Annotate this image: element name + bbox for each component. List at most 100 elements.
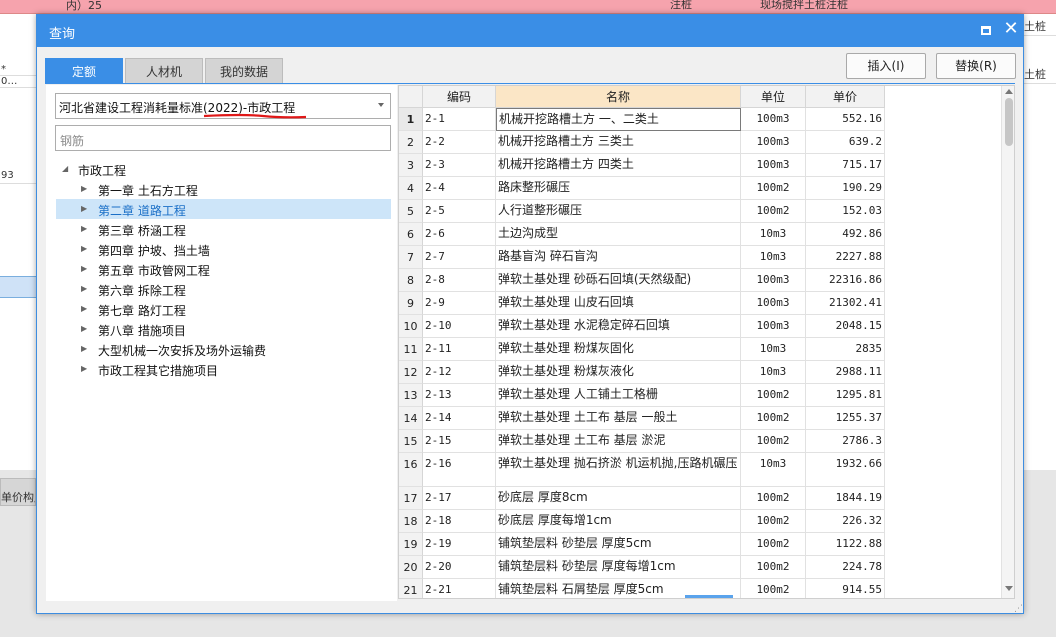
quota-name-cell[interactable]: 弹软土基处理 水泥稳定碎石回填 <box>496 315 741 338</box>
splitter-handle[interactable] <box>685 595 733 598</box>
quota-name-cell[interactable]: 弹软土基处理 土工布 基层 一般土 <box>496 407 741 430</box>
tree-item-selected[interactable]: ▶ 第二章 道路工程 <box>46 199 397 219</box>
quota-name-cell[interactable]: 弹软土基处理 山皮石回填 <box>496 292 741 315</box>
table-row[interactable]: 3 2-3 机械开挖路槽土方 四类土 100m3 715.17 <box>399 154 885 177</box>
row-number-cell[interactable]: 19 <box>399 533 423 556</box>
quota-name-cell[interactable]: 土边沟成型 <box>496 223 741 246</box>
quota-name-cell[interactable]: 砂底层 厚度每增1cm <box>496 510 741 533</box>
quota-name-cell[interactable]: 铺筑垫层料 砂垫层 厚度每增1cm <box>496 556 741 579</box>
quota-code-cell[interactable]: 2-21 <box>423 579 496 598</box>
quota-unit-cell[interactable]: 10m3 <box>741 361 806 384</box>
table-row[interactable]: 14 2-14 弹软土基处理 土工布 基层 一般土 100m2 1255.37 <box>399 407 885 430</box>
scroll-thumb[interactable] <box>1005 98 1013 146</box>
quota-unit-cell[interactable]: 10m3 <box>741 246 806 269</box>
table-row[interactable]: 12 2-12 弹软土基处理 粉煤灰液化 10m3 2988.11 <box>399 361 885 384</box>
quota-unit-cell[interactable]: 100m2 <box>741 177 806 200</box>
tree-item[interactable]: ▶ 第七章 路灯工程 <box>46 299 397 319</box>
resize-grip-icon[interactable]: ⋰ <box>1014 604 1023 614</box>
quota-code-cell[interactable]: 2-3 <box>423 154 496 177</box>
quota-unit-cell[interactable]: 10m3 <box>741 223 806 246</box>
tree-item[interactable]: ▶ 大型机械一次安拆及场外运输费 <box>46 339 397 359</box>
tree-item[interactable]: ▶ 第五章 市政管网工程 <box>46 259 397 279</box>
caret-right-icon[interactable]: ▶ <box>81 264 87 273</box>
row-number-cell[interactable]: 20 <box>399 556 423 579</box>
quota-price-cell[interactable]: 152.03 <box>806 200 885 223</box>
row-number-cell[interactable]: 16 <box>399 453 423 487</box>
table-row[interactable]: 17 2-17 砂底层 厚度8cm 100m2 1844.19 <box>399 487 885 510</box>
caret-right-icon[interactable]: ▶ <box>81 344 87 353</box>
caret-right-icon[interactable]: ▶ <box>81 244 87 253</box>
quota-unit-cell[interactable]: 100m2 <box>741 430 806 453</box>
table-row[interactable]: 21 2-21 铺筑垫层料 石屑垫层 厚度5cm 100m2 914.55 <box>399 579 885 598</box>
tree-item[interactable]: ▶ 第一章 土石方工程 <box>46 179 397 199</box>
table-row[interactable]: 2 2-2 机械开挖路槽土方 三类土 100m3 639.2 <box>399 131 885 154</box>
quota-code-cell[interactable]: 2-4 <box>423 177 496 200</box>
quota-code-cell[interactable]: 2-14 <box>423 407 496 430</box>
quota-price-cell[interactable]: 190.29 <box>806 177 885 200</box>
table-row[interactable]: 1 2-1 机械开挖路槽土方 一、二类土 100m3 552.16 <box>399 108 885 131</box>
row-number-cell[interactable]: 13 <box>399 384 423 407</box>
quota-price-cell[interactable]: 1295.81 <box>806 384 885 407</box>
quota-code-cell[interactable]: 2-6 <box>423 223 496 246</box>
table-row[interactable]: 6 2-6 土边沟成型 10m3 492.86 <box>399 223 885 246</box>
row-number-cell[interactable]: 7 <box>399 246 423 269</box>
tree-item[interactable]: ▶ 第四章 护坡、挡土墙 <box>46 239 397 259</box>
caret-right-icon[interactable]: ▶ <box>81 364 87 373</box>
tree-item[interactable]: ▶ 第六章 拆除工程 <box>46 279 397 299</box>
chevron-down-icon[interactable] <box>378 103 384 107</box>
column-header-unit[interactable]: 单位 <box>741 86 806 108</box>
row-number-cell[interactable]: 10 <box>399 315 423 338</box>
quota-price-cell[interactable]: 914.55 <box>806 579 885 598</box>
quota-price-cell[interactable]: 639.2 <box>806 131 885 154</box>
quota-name-cell[interactable]: 弹软土基处理 粉煤灰固化 <box>496 338 741 361</box>
quota-name-cell[interactable]: 人行道整形碾压 <box>496 200 741 223</box>
quota-unit-cell[interactable]: 100m2 <box>741 200 806 223</box>
caret-right-icon[interactable]: ▶ <box>81 324 87 333</box>
table-row[interactable]: 10 2-10 弹软土基处理 水泥稳定碎石回填 100m3 2048.15 <box>399 315 885 338</box>
dialog-titlebar[interactable]: 查询 ✕ <box>37 15 1023 47</box>
quota-name-cell[interactable]: 弹软土基处理 土工布 基层 淤泥 <box>496 430 741 453</box>
row-number-cell[interactable]: 12 <box>399 361 423 384</box>
quota-price-cell[interactable]: 2988.11 <box>806 361 885 384</box>
scroll-down-icon[interactable] <box>1005 586 1013 591</box>
scroll-up-icon[interactable] <box>1005 89 1013 94</box>
quota-code-cell[interactable]: 2-9 <box>423 292 496 315</box>
quota-name-cell[interactable]: 弹软土基处理 砂砾石回填(天然级配) <box>496 269 741 292</box>
quota-name-cell[interactable]: 路基盲沟 碎石盲沟 <box>496 246 741 269</box>
quota-price-cell[interactable]: 552.16 <box>806 108 885 131</box>
caret-right-icon[interactable]: ▶ <box>81 224 87 233</box>
quota-unit-cell[interactable]: 100m3 <box>741 292 806 315</box>
quota-price-cell[interactable]: 224.78 <box>806 556 885 579</box>
quota-name-cell[interactable]: 机械开挖路槽土方 一、二类土 <box>496 108 741 131</box>
quota-unit-cell[interactable]: 100m3 <box>741 131 806 154</box>
row-number-cell[interactable]: 3 <box>399 154 423 177</box>
table-row[interactable]: 5 2-5 人行道整形碾压 100m2 152.03 <box>399 200 885 223</box>
row-number-cell[interactable]: 14 <box>399 407 423 430</box>
tree-item[interactable]: ▶ 第三章 桥涵工程 <box>46 219 397 239</box>
table-row[interactable]: 4 2-4 路床整形碾压 100m2 190.29 <box>399 177 885 200</box>
maximize-icon[interactable] <box>981 26 991 35</box>
replace-button[interactable]: 替换(R) <box>936 53 1016 79</box>
row-number-cell[interactable]: 6 <box>399 223 423 246</box>
quota-unit-cell[interactable]: 100m2 <box>741 533 806 556</box>
table-row[interactable]: 11 2-11 弹软土基处理 粉煤灰固化 10m3 2835 <box>399 338 885 361</box>
table-row[interactable]: 13 2-13 弹软土基处理 人工铺土工格栅 100m2 1295.81 <box>399 384 885 407</box>
quota-unit-cell[interactable]: 100m2 <box>741 510 806 533</box>
quota-name-cell[interactable]: 弹软土基处理 粉煤灰液化 <box>496 361 741 384</box>
tab-labor-material-machine[interactable]: 人材机 <box>125 58 203 84</box>
quota-code-cell[interactable]: 2-17 <box>423 487 496 510</box>
column-header-name[interactable]: 名称 <box>496 86 741 108</box>
row-number-cell[interactable]: 9 <box>399 292 423 315</box>
quota-price-cell[interactable]: 1255.37 <box>806 407 885 430</box>
quota-price-cell[interactable]: 21302.41 <box>806 292 885 315</box>
quota-unit-cell[interactable]: 100m2 <box>741 556 806 579</box>
quota-code-cell[interactable]: 2-10 <box>423 315 496 338</box>
quota-price-cell[interactable]: 1932.66 <box>806 453 885 487</box>
quota-unit-cell[interactable]: 100m2 <box>741 384 806 407</box>
quota-name-cell[interactable]: 弹软土基处理 抛石挤淤 机运机抛,压路机碾压 <box>496 453 741 487</box>
quota-name-cell[interactable]: 机械开挖路槽土方 四类土 <box>496 154 741 177</box>
quota-name-cell[interactable]: 弹软土基处理 人工铺土工格栅 <box>496 384 741 407</box>
quota-price-cell[interactable]: 1122.88 <box>806 533 885 556</box>
caret-right-icon[interactable]: ▶ <box>81 304 87 313</box>
quota-name-cell[interactable]: 路床整形碾压 <box>496 177 741 200</box>
